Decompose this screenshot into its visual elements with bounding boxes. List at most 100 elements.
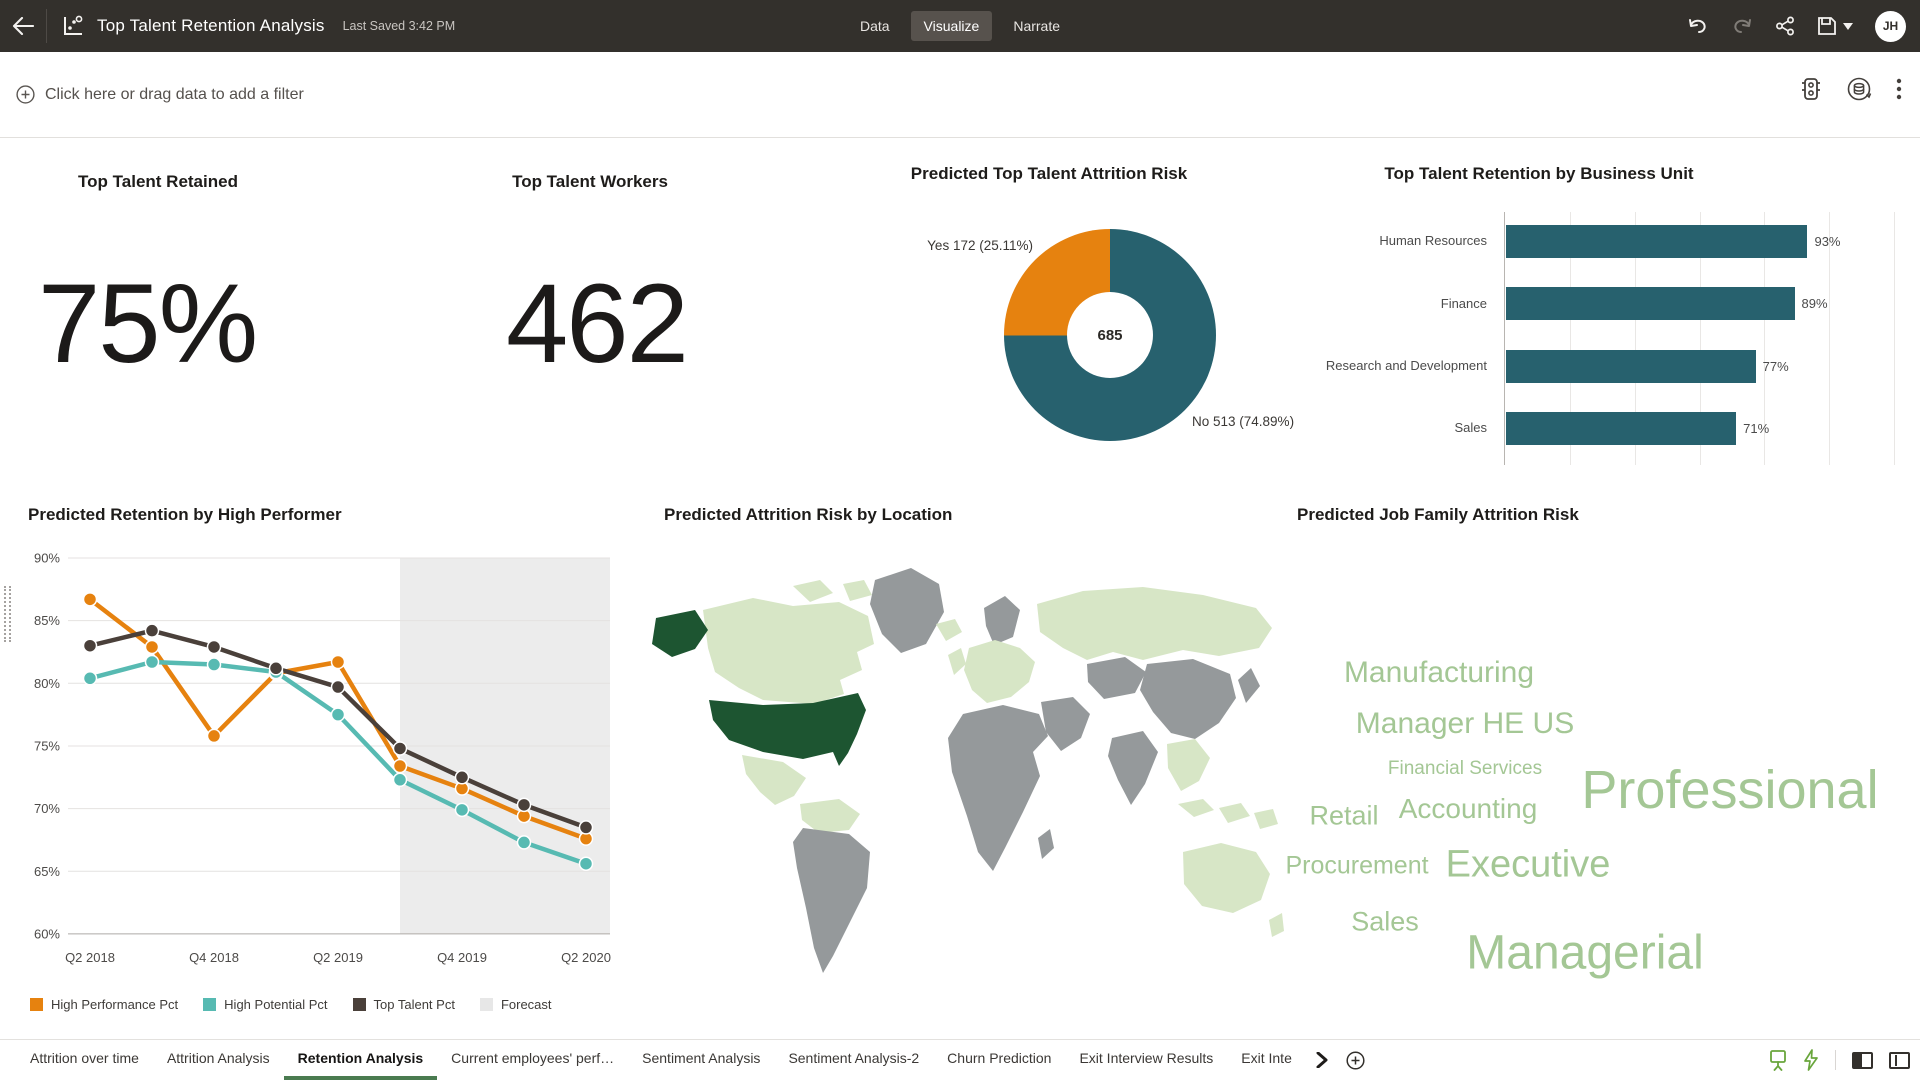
map-region-japan[interactable]	[1238, 668, 1260, 703]
undo-button[interactable]	[1687, 16, 1709, 36]
cloud-word-accounting[interactable]: Accounting	[1399, 793, 1538, 825]
save-button[interactable]	[1817, 16, 1853, 36]
layout-panel-outline-icon[interactable]	[1889, 1052, 1910, 1069]
map-region-south-america-north[interactable]	[800, 799, 860, 833]
map-region-greenland[interactable]	[870, 568, 944, 653]
map-region-united-states[interactable]	[709, 693, 866, 766]
data-point[interactable]	[394, 742, 407, 755]
mode-tab-narrate[interactable]: Narrate	[1000, 11, 1073, 41]
data-point[interactable]	[332, 681, 345, 694]
cloud-word-financial-services[interactable]: Financial Services	[1388, 758, 1542, 780]
map-region-united-kingdom[interactable]	[948, 648, 966, 675]
map-region-madagascar[interactable]	[1038, 829, 1054, 859]
canvas-tab-attrition-analysis[interactable]: Attrition Analysis	[153, 1040, 284, 1080]
data-point[interactable]	[456, 803, 469, 816]
map-region-africa[interactable]	[948, 705, 1048, 871]
legend-item-forecast[interactable]: Forecast	[480, 997, 552, 1012]
bar-finance[interactable]	[1506, 287, 1795, 320]
bar-sales[interactable]	[1506, 412, 1736, 445]
map-region-iceland[interactable]	[936, 619, 962, 641]
user-avatar[interactable]: JH	[1875, 11, 1906, 42]
canvas-tab-churn-prediction[interactable]: Churn Prediction	[933, 1040, 1065, 1080]
cloud-word-procurement[interactable]: Procurement	[1285, 852, 1428, 881]
map-region-new-zealand[interactable]	[1269, 913, 1284, 937]
map-region-indonesia[interactable]	[1178, 799, 1214, 817]
map-region-australia[interactable]	[1183, 843, 1270, 913]
data-point[interactable]	[270, 662, 283, 675]
retention-line-chart[interactable]: 90%85%80%75%70%65%60%Q2 2018Q4 2018Q2 20…	[10, 540, 622, 980]
map-region-scandinavia[interactable]	[984, 596, 1020, 645]
data-point[interactable]	[394, 773, 407, 786]
bar-research-and-development[interactable]	[1506, 350, 1756, 383]
refresh-data-icon[interactable]	[1846, 76, 1872, 102]
canvas-tab-sentiment-analysis-2[interactable]: Sentiment Analysis-2	[774, 1040, 933, 1080]
canvas-tab-exit-interview-results[interactable]: Exit Interview Results	[1065, 1040, 1227, 1080]
map-region-europe[interactable]	[964, 640, 1035, 703]
scroll-tabs-right-chevron-icon[interactable]	[1316, 1040, 1328, 1080]
mode-tab-visualize[interactable]: Visualize	[911, 11, 993, 41]
attrition-risk-donut[interactable]: 685	[1004, 229, 1216, 441]
more-options-kebab-icon[interactable]	[1896, 77, 1902, 101]
data-point[interactable]	[332, 655, 345, 668]
data-point[interactable]	[146, 655, 159, 668]
legend-item-high-potential-pct[interactable]: High Potential Pct	[203, 997, 327, 1012]
map-region-southeast-asia[interactable]	[1167, 739, 1210, 791]
cloud-word-manufacturing[interactable]: Manufacturing	[1344, 656, 1534, 690]
map-region-central-asia[interactable]	[1087, 657, 1146, 699]
attrition-world-map[interactable]	[643, 552, 1288, 1007]
legend-item-high-performance-pct[interactable]: High Performance Pct	[30, 997, 178, 1012]
layout-panel-left-icon[interactable]	[1852, 1052, 1873, 1069]
back-button[interactable]	[0, 0, 46, 52]
visualization-settings-icon[interactable]	[1800, 77, 1822, 101]
map-region-south-america[interactable]	[793, 828, 870, 973]
data-point[interactable]	[146, 640, 159, 653]
map-region-indonesia[interactable]	[1219, 803, 1250, 823]
data-point[interactable]	[394, 759, 407, 772]
data-point[interactable]	[332, 708, 345, 721]
cloud-word-executive[interactable]: Executive	[1446, 844, 1611, 887]
data-point[interactable]	[208, 658, 221, 671]
map-region-indonesia[interactable]	[1254, 809, 1278, 829]
map-region-mexico[interactable]	[742, 755, 806, 805]
map-region-canada[interactable]	[793, 580, 833, 602]
data-point[interactable]	[208, 640, 221, 653]
job-family-wordcloud[interactable]: Manufacturing Manager HE US Financial Serv…	[1285, 615, 1920, 1015]
data-point[interactable]	[456, 771, 469, 784]
legend-item-top-talent-pct[interactable]: Top Talent Pct	[353, 997, 455, 1012]
auto-insights-lightning-icon[interactable]	[1803, 1049, 1819, 1071]
map-region-china[interactable]	[1140, 659, 1236, 739]
canvas-tab-sentiment-analysis[interactable]: Sentiment Analysis	[628, 1040, 774, 1080]
cloud-word-professional[interactable]: Professional	[1581, 759, 1878, 821]
map-region-middle-east[interactable]	[1041, 697, 1090, 751]
map-region-india[interactable]	[1108, 731, 1158, 805]
present-mode-icon[interactable]	[1769, 1049, 1787, 1071]
data-point[interactable]	[84, 639, 97, 652]
data-point[interactable]	[84, 593, 97, 606]
cloud-word-sales[interactable]: Sales	[1351, 907, 1419, 938]
map-region-alaska[interactable]	[652, 610, 708, 657]
map-region-russia[interactable]	[1037, 587, 1272, 660]
canvas-tab-current-employees-perf-[interactable]: Current employees' perf…	[437, 1040, 628, 1080]
map-region-canada[interactable]	[703, 598, 874, 704]
redo-button[interactable]	[1731, 16, 1753, 36]
data-point[interactable]	[146, 624, 159, 637]
data-point[interactable]	[208, 729, 221, 742]
cloud-word-manager-he-us[interactable]: Manager HE US	[1356, 707, 1574, 741]
data-point[interactable]	[518, 798, 531, 811]
share-button[interactable]	[1775, 16, 1795, 36]
data-point[interactable]	[518, 836, 531, 849]
add-canvas-icon[interactable]	[1346, 1040, 1365, 1080]
canvas-tab-attrition-over-time[interactable]: Attrition over time	[16, 1040, 153, 1080]
canvas-tab-exit-inte[interactable]: Exit Inte	[1227, 1040, 1306, 1080]
data-point[interactable]	[580, 857, 593, 870]
save-menu-caret-icon[interactable]	[1843, 23, 1853, 30]
map-region-canada[interactable]	[843, 580, 872, 601]
cloud-word-retail[interactable]: Retail	[1309, 801, 1378, 832]
bar-human-resources[interactable]	[1506, 225, 1807, 258]
mode-tab-data[interactable]: Data	[847, 11, 903, 41]
add-filter-prompt[interactable]: Click here or drag data to add a filter	[16, 85, 304, 104]
data-point[interactable]	[580, 821, 593, 834]
data-point[interactable]	[84, 672, 97, 685]
canvas-tab-retention-analysis[interactable]: Retention Analysis	[284, 1040, 438, 1080]
cloud-word-managerial[interactable]: Managerial	[1466, 926, 1703, 981]
